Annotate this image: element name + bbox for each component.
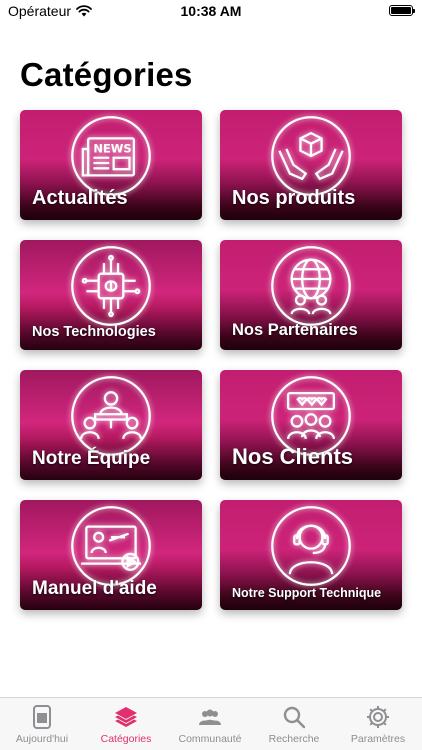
category-label: Nos produits	[232, 187, 356, 209]
category-card-actualites[interactable]: NEWS Actualités	[20, 110, 202, 220]
search-icon	[283, 706, 306, 729]
tab-today[interactable]: Aujourd'hui	[0, 704, 84, 745]
today-icon	[33, 705, 51, 729]
tab-search[interactable]: Recherche	[252, 704, 336, 745]
globe-people-icon	[271, 246, 351, 326]
tab-bar: Aujourd'hui Catégories Communauté Recher…	[0, 697, 422, 750]
svg-text:NEWS: NEWS	[93, 141, 131, 155]
category-label: Nos Technologies	[32, 324, 156, 340]
video-tutorial-icon	[71, 506, 151, 586]
tab-categories[interactable]: Catégories	[84, 704, 168, 745]
category-label: Actualités	[32, 187, 128, 209]
category-card-produits[interactable]: Nos produits	[220, 110, 402, 220]
category-label: Notre Support Technique	[232, 586, 382, 600]
status-time: 10:38 AM	[180, 3, 242, 19]
tab-settings[interactable]: Paramètres	[336, 704, 420, 745]
community-icon	[199, 709, 221, 725]
team-meeting-icon	[71, 376, 151, 456]
tab-label: Recherche	[268, 733, 320, 745]
settings-gear-icon	[367, 706, 389, 728]
chip-brain-icon	[71, 246, 151, 326]
category-label: Nos Partenaires	[232, 321, 358, 339]
category-label: Nos Clients	[232, 444, 354, 469]
tab-label: Paramètres	[350, 733, 406, 745]
category-card-technologies[interactable]: Nos Technologies	[20, 240, 202, 350]
battery-icon	[389, 5, 415, 16]
category-card-clients[interactable]: Nos Clients	[220, 370, 402, 480]
layers-icon	[115, 707, 137, 727]
category-label: Notre Équipe	[32, 448, 151, 469]
tab-label: Communauté	[178, 733, 242, 745]
tab-label: Catégories	[100, 733, 152, 745]
category-card-support[interactable]: Notre Support Technique	[220, 500, 402, 610]
support-headset-icon	[271, 506, 351, 586]
tab-community[interactable]: Communauté	[168, 704, 252, 745]
page-title: Catégories	[20, 56, 193, 93]
category-label: Manuel d'aide	[32, 578, 157, 599]
tab-label: Aujourd'hui	[15, 733, 69, 745]
category-card-partenaires[interactable]: Nos Partenaires	[220, 240, 402, 350]
category-card-manuel[interactable]: Manuel d'aide	[20, 500, 202, 610]
status-bar: Opérateur 10:38 AM	[0, 0, 422, 24]
category-card-equipe[interactable]: Notre Équipe	[20, 370, 202, 480]
